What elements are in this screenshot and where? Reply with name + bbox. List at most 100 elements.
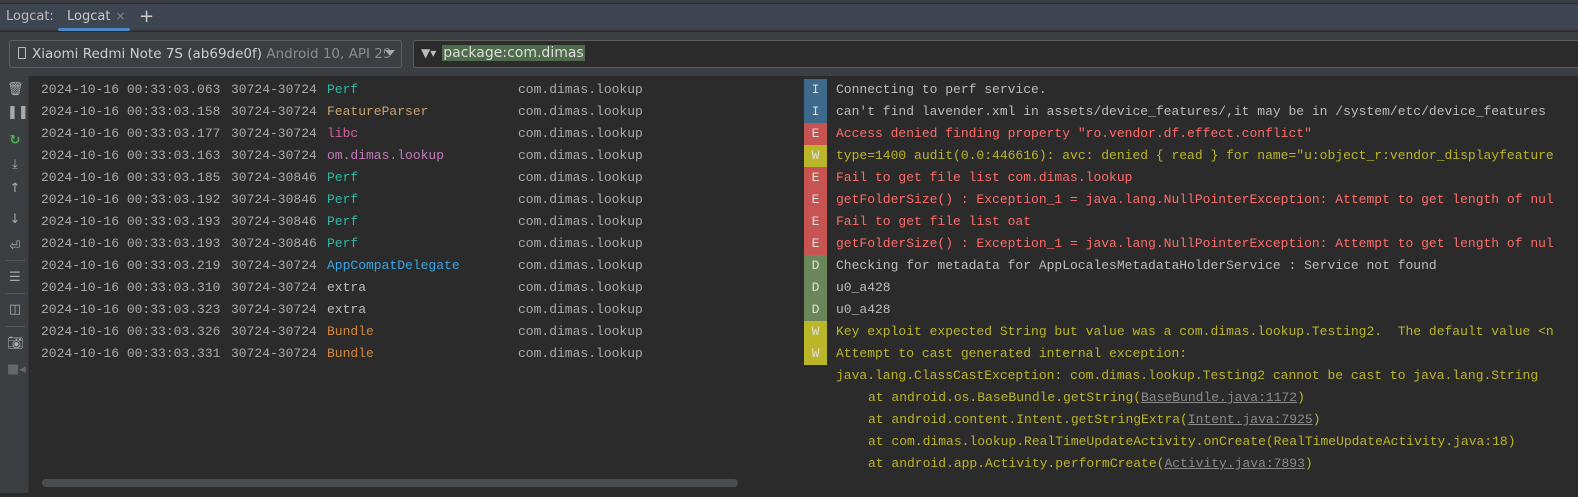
log-message: getFolderSize() : Exception_1 = java.lan… (836, 192, 1554, 207)
log-row[interactable]: 2024-10-16 00:33:03.192 30724-30846 Perf co… (30, 189, 1578, 211)
trash-icon[interactable]: 🗑︎ (7, 82, 24, 98)
log-row[interactable]: 2024-10-16 00:33:03.163 30724-30724 om.dim… (30, 145, 1578, 167)
log-tag: extra (327, 302, 367, 317)
log-message: Key exploit expected String but value wa… (836, 324, 1554, 339)
stacktrace-line: java.lang.ClassCastException: com.dimas.… (30, 365, 1578, 387)
horizontal-scrollbar[interactable] (30, 479, 1578, 493)
stacktrace-text: at android.app.Activity.performCreate(Ac… (868, 453, 1313, 475)
log-timestamp: 2024-10-16 00:33:03.177 (41, 126, 221, 141)
log-package: com.dimas.lookup (518, 280, 643, 295)
stacktrace-call: at android.app.Activity.performCreate( (868, 456, 1165, 471)
log-package: com.dimas.lookup (518, 192, 643, 207)
log-timestamp: 2024-10-16 00:33:03.158 (41, 104, 221, 119)
log-tag: AppCompatDelegate (327, 258, 460, 273)
source-link[interactable]: Activity.java:7893 (1164, 456, 1304, 471)
log-message: Fail to get file list oat (836, 214, 1032, 229)
log-timestamp: 2024-10-16 00:33:03.323 (41, 302, 221, 317)
log-timestamp: 2024-10-16 00:33:03.193 (41, 236, 221, 251)
stacktrace-end: ) (1297, 390, 1305, 405)
log-level-badge: D (804, 299, 827, 321)
log-package: com.dimas.lookup (518, 126, 643, 141)
stacktrace-text: java.lang.ClassCastException: com.dimas.… (836, 365, 1538, 387)
log-level-badge: D (804, 255, 827, 277)
device-selector[interactable]: Xiaomi Redmi Note 7S (ab69de0f) Android … (9, 40, 402, 68)
log-package: com.dimas.lookup (518, 82, 643, 97)
tool-window-tabbar: Logcat: Logcat × + (0, 4, 1578, 31)
filter-input[interactable]: ▼▾ package:com.dimas (413, 40, 1578, 68)
log-timestamp: 2024-10-16 00:33:03.331 (41, 346, 221, 361)
scrollbar-thumb[interactable] (42, 479, 738, 487)
stacktrace-line: at android.app.Activity.performCreate(Ac… (30, 453, 1578, 475)
stacktrace-text: at android.content.Intent.getStringExtra… (868, 409, 1321, 431)
divider (5, 293, 25, 294)
log-pid: 30724-30724 (231, 346, 317, 361)
divider (5, 260, 25, 261)
source-link[interactable]: Intent.java:7925 (1188, 412, 1313, 427)
stacktrace-line: at com.dimas.lookup.RealTimeUpdateActivi… (30, 431, 1578, 453)
log-row[interactable]: 2024-10-16 00:33:03.193 30724-30846 Perf co… (30, 211, 1578, 233)
log-row[interactable]: 2024-10-16 00:33:03.310 30724-30724 extra c… (30, 277, 1578, 299)
filter-icon[interactable]: ▼▾ (421, 46, 436, 60)
log-row[interactable]: 2024-10-16 00:33:03.193 30724-30846 Perf co… (30, 233, 1578, 255)
log-pid: 30724-30724 (231, 324, 317, 339)
log-pid: 30724-30724 (231, 126, 317, 141)
log-timestamp: 2024-10-16 00:33:03.163 (41, 148, 221, 163)
log-pid: 30724-30724 (231, 104, 317, 119)
log-pid: 30724-30724 (231, 148, 317, 163)
log-tag: Bundle (327, 324, 374, 339)
stacktrace-text: at android.os.BaseBundle.getString(BaseB… (868, 387, 1305, 409)
split-panels-icon[interactable]: ◫ (7, 302, 23, 318)
device-api: Android 10, API 29 (266, 46, 392, 62)
log-tag: om.dimas.lookup (327, 148, 445, 163)
tab-logcat[interactable]: Logcat × (58, 4, 130, 31)
log-message: u0_a428 (836, 280, 891, 295)
log-row[interactable]: 2024-10-16 00:33:03.219 30724-30724 AppCom… (30, 255, 1578, 277)
log-level-badge: I (804, 101, 827, 123)
pause-icon[interactable]: ❚❚ (7, 105, 29, 121)
stacktrace-end: ) (1312, 412, 1321, 427)
log-pid: 30724-30724 (231, 280, 317, 295)
log-row[interactable]: 2024-10-16 00:33:03.177 30724-30724 libc co… (30, 123, 1578, 145)
log-level-badge: D (804, 277, 827, 299)
add-tab-button[interactable]: + (139, 6, 154, 27)
log-pid: 30724-30724 (231, 258, 317, 273)
log-level-badge: I (804, 79, 827, 101)
log-row[interactable]: 2024-10-16 00:33:03.331 30724-30724 Bundle… (30, 343, 1578, 365)
log-tag: Bundle (327, 346, 374, 361)
log-tag: libc (327, 126, 359, 141)
log-message: type=1400 audit(0.0:446616): avc: denied… (836, 148, 1554, 163)
down-arrow-icon[interactable]: ↓ (7, 212, 23, 228)
log-row[interactable]: 2024-10-16 00:33:03.185 30724-30846 Perf co… (30, 167, 1578, 189)
log-row[interactable]: 2024-10-16 00:33:03.326 30724-30724 Bundle… (30, 321, 1578, 343)
log-level-badge: W (804, 145, 827, 167)
up-arrow-icon[interactable]: ↑ (7, 181, 23, 197)
log-message: Connecting to perf service. (836, 82, 1047, 97)
tool-window-label: Logcat: (6, 9, 54, 24)
log-timestamp: 2024-10-16 00:33:03.219 (41, 258, 221, 273)
filter-value: package:com.dimas (442, 45, 585, 61)
log-pid: 30724-30846 (231, 214, 317, 229)
soft-wrap-icon[interactable]: ⏎ (7, 239, 23, 255)
log-view[interactable]: 2024-10-16 00:33:03.063 30724-30724 Perf co… (30, 79, 1578, 493)
logcat-side-toolbar: 🗑︎ ❚❚ ↻ ⤓ ↑ ↓ ⏎ ☰ ◫ 📷︎ ■◂ (0, 76, 29, 493)
log-pid: 30724-30846 (231, 236, 317, 251)
log-tag: Perf (327, 192, 359, 207)
stacktrace-line: at android.content.Intent.getStringExtra… (30, 409, 1578, 431)
log-row[interactable]: 2024-10-16 00:33:03.063 30724-30724 Perf co… (30, 79, 1578, 101)
log-timestamp: 2024-10-16 00:33:03.326 (41, 324, 221, 339)
log-timestamp: 2024-10-16 00:33:03.310 (41, 280, 221, 295)
screenshot-icon[interactable]: 📷︎ (7, 336, 24, 352)
settings-sliders-icon[interactable]: ☰ (7, 270, 23, 286)
scroll-to-end-icon[interactable]: ⤓ (7, 157, 23, 173)
log-row[interactable]: 2024-10-16 00:33:03.158 30724-30724 Featur… (30, 101, 1578, 123)
log-row[interactable]: 2024-10-16 00:33:03.323 30724-30724 extra c… (30, 299, 1578, 321)
log-tag: Perf (327, 236, 359, 251)
log-package: com.dimas.lookup (518, 324, 643, 339)
log-package: com.dimas.lookup (518, 104, 643, 119)
restart-icon[interactable]: ↻ (7, 133, 23, 149)
chevron-down-icon (385, 50, 395, 56)
source-link[interactable]: BaseBundle.java:1172 (1141, 390, 1297, 405)
close-icon[interactable]: × (115, 9, 125, 23)
stacktrace-end: ) (1304, 456, 1313, 471)
log-message: Checking for metadata for AppLocalesMeta… (836, 258, 1437, 273)
